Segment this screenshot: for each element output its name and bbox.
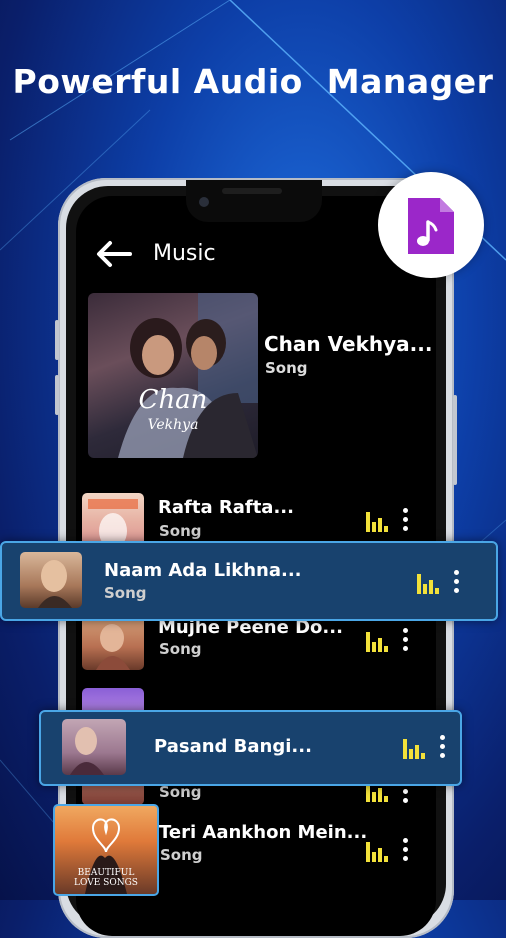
more-vertical-icon[interactable] xyxy=(454,570,460,594)
phone-side-button xyxy=(55,320,59,360)
equalizer-icon[interactable] xyxy=(366,628,390,652)
phone-camera xyxy=(199,197,209,207)
more-vertical-icon[interactable] xyxy=(440,735,446,759)
song-title[interactable]: Naam Ada Likhna... xyxy=(104,560,302,581)
more-vertical-icon[interactable] xyxy=(403,508,409,532)
song-thumbnail[interactable]: BEAUTIFUL LOVE SONGS xyxy=(53,804,159,896)
headline: Powerful Audio Manager xyxy=(12,62,494,101)
phone-side-button xyxy=(55,375,59,415)
page-title: Music xyxy=(153,241,216,266)
song-subtitle: Song xyxy=(159,640,202,658)
song-title[interactable]: Rafta Rafta... xyxy=(158,497,294,518)
music-file-icon xyxy=(408,198,454,254)
equalizer-icon[interactable] xyxy=(403,735,427,759)
album-art-title: Chan xyxy=(138,385,208,415)
song-subtitle: Song xyxy=(160,846,203,864)
album-art-subtitle: Vekhya xyxy=(147,417,199,433)
album-art-text: BEAUTIFUL LOVE SONGS xyxy=(74,868,138,888)
phone-speaker xyxy=(222,188,282,194)
more-vertical-icon[interactable] xyxy=(403,838,409,862)
song-title[interactable]: Pasand Bangi... xyxy=(154,736,312,757)
featured-song-subtitle: Song xyxy=(265,359,308,377)
more-vertical-icon[interactable] xyxy=(403,628,409,652)
album-art[interactable]: Chan Vekhya xyxy=(88,293,258,458)
equalizer-icon[interactable] xyxy=(366,508,390,532)
arrow-left-icon[interactable] xyxy=(96,240,132,268)
music-file-badge xyxy=(378,172,484,278)
song-subtitle: Song xyxy=(159,522,202,540)
song-subtitle: Song xyxy=(104,584,147,602)
phone-side-button xyxy=(453,395,457,485)
album-art-image xyxy=(118,293,258,458)
equalizer-icon[interactable] xyxy=(366,838,390,862)
song-thumbnail[interactable] xyxy=(20,552,82,608)
equalizer-icon[interactable] xyxy=(417,570,441,594)
featured-song-title[interactable]: Chan Vekhya... xyxy=(264,332,432,356)
song-title[interactable]: Teri Aankhon Mein... xyxy=(159,822,367,843)
song-thumbnail[interactable] xyxy=(62,719,126,775)
